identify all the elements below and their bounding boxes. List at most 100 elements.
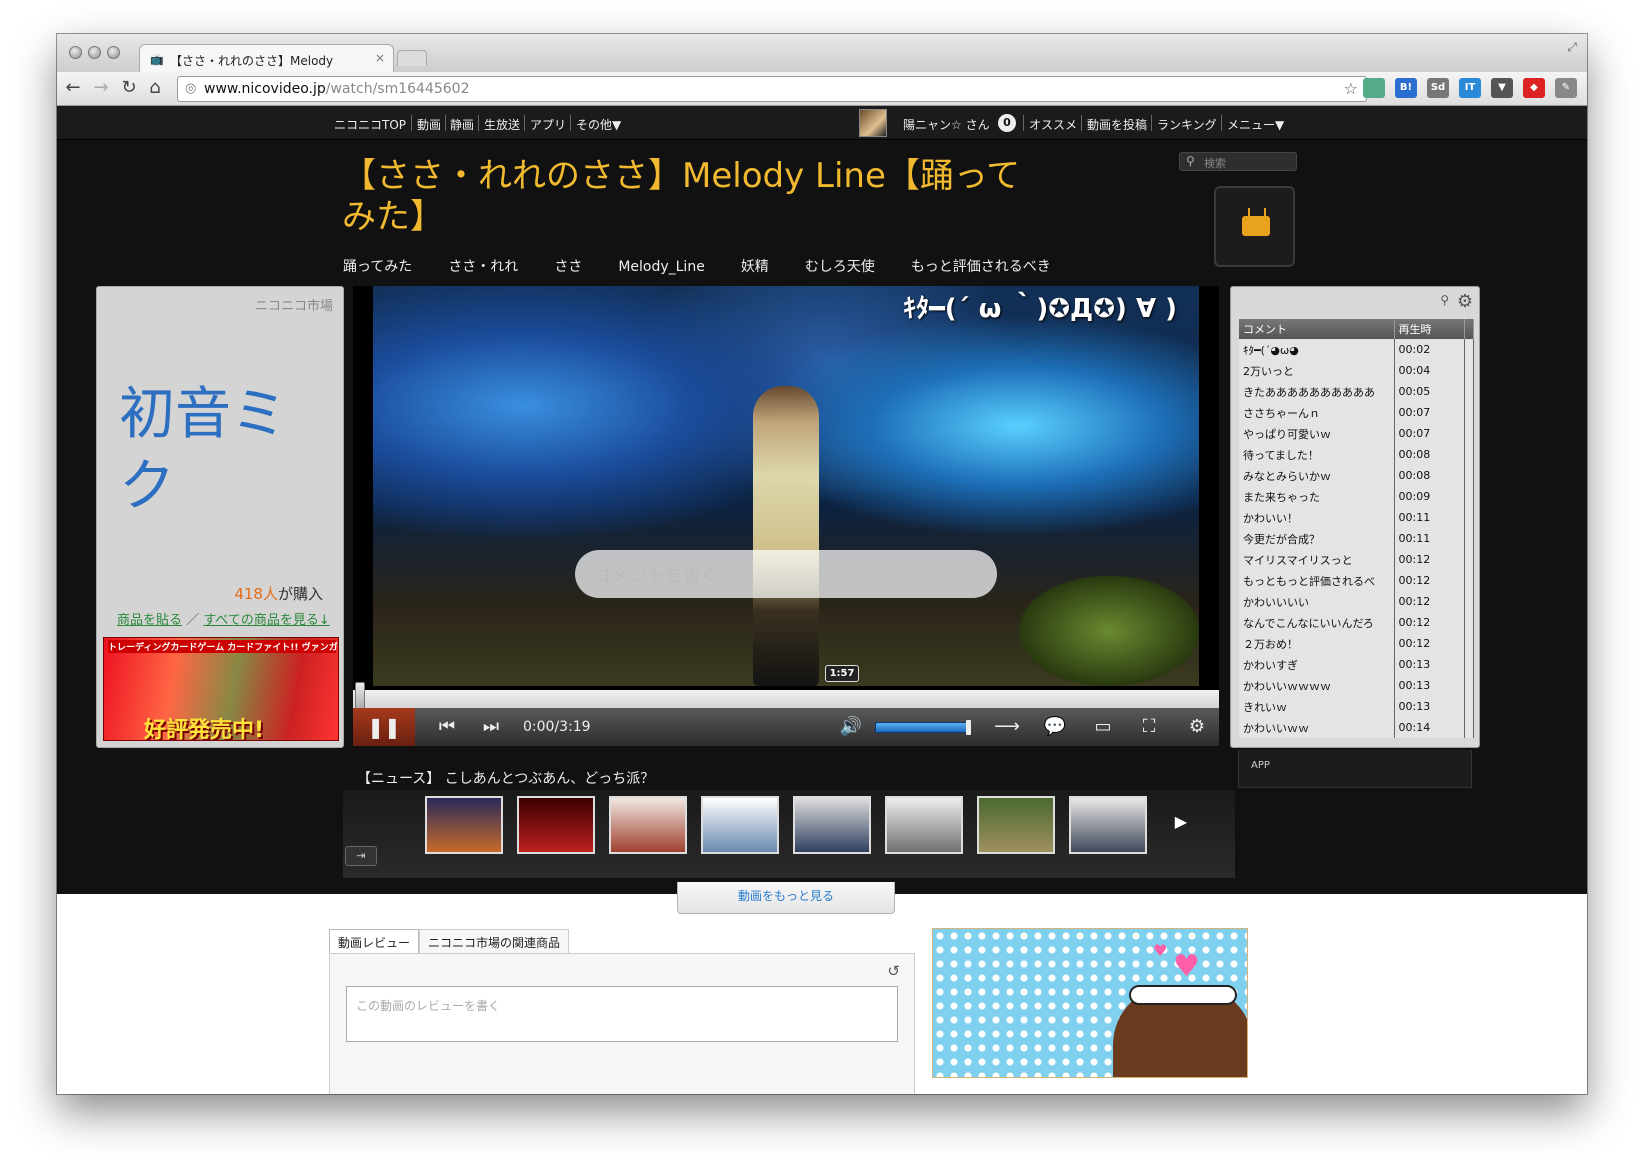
nav-niconico-top[interactable]: ニコニコTOP: [334, 116, 406, 133]
nav-app[interactable]: アプリ: [530, 116, 566, 133]
video-thumbnail[interactable]: [701, 796, 779, 854]
close-tab-icon[interactable]: ×: [375, 51, 385, 65]
volume-slider[interactable]: [875, 720, 972, 735]
video-thumbnail[interactable]: [425, 796, 503, 854]
wrench-icon[interactable]: ✎: [1555, 78, 1577, 98]
close-window-button[interactable]: [69, 46, 82, 59]
video-thumbnail[interactable]: [517, 796, 595, 854]
comment-input[interactable]: コメントを書く: [575, 550, 997, 598]
hatena-bookmark-icon[interactable]: B!: [1395, 78, 1417, 98]
comment-row[interactable]: ｷﾀ━(´◕ω◕ 00:02: [1239, 339, 1474, 360]
market-product-name[interactable]: 初音ミク: [119, 379, 299, 523]
gear-icon[interactable]: ⚙: [1457, 291, 1473, 312]
back-icon[interactable]: ←: [61, 77, 85, 98]
all-products-link[interactable]: すべての商品を見る↓: [203, 613, 329, 628]
keyboard-shortcut-icon[interactable]: ⇥: [345, 846, 377, 866]
video-thumbnail[interactable]: [793, 796, 871, 854]
comment-row[interactable]: ささちゃーんｎ 00:07: [1239, 402, 1474, 423]
reload-icon[interactable]: ↻: [117, 77, 141, 98]
video-thumbnail[interactable]: [885, 796, 963, 854]
tag-item[interactable]: 妖精: [741, 259, 769, 275]
comment-row[interactable]: かわいいいい 00:12: [1239, 591, 1474, 612]
comment-row[interactable]: ２万おめ！ 00:12: [1239, 633, 1474, 654]
app-bar[interactable]: APP: [1238, 750, 1472, 788]
pause-button[interactable]: ❚❚: [353, 708, 415, 746]
more-videos-button[interactable]: 動画をもっと見る: [677, 882, 895, 914]
comment-row[interactable]: やっぱり可愛いｗ 00:07: [1239, 423, 1474, 444]
tag-item[interactable]: ささ: [554, 259, 582, 275]
screen-mode-icon[interactable]: ▭: [1083, 708, 1123, 746]
user-avatar[interactable]: [859, 109, 887, 137]
next-arrow-icon[interactable]: ▶: [1175, 812, 1187, 831]
search-input[interactable]: ⚲ 検索: [1179, 152, 1297, 171]
skip-back-icon[interactable]: ⏮: [427, 708, 467, 746]
window-controls[interactable]: [69, 46, 120, 59]
comment-row[interactable]: かわいい！ 00:11: [1239, 507, 1474, 528]
forward-icon[interactable]: →: [89, 77, 113, 98]
fullscreen-icon[interactable]: ⤢: [1567, 40, 1577, 55]
refresh-icon[interactable]: ↺: [887, 962, 900, 980]
side-ad-banner[interactable]: ♥ ♥: [932, 928, 1248, 1078]
comment-row[interactable]: かわいいｗｗ 00:14: [1239, 717, 1474, 738]
fullscreen-player-icon[interactable]: ⛶: [1129, 708, 1169, 746]
settings-gear-icon[interactable]: ⚙: [1179, 708, 1215, 746]
comment-row[interactable]: かわいすぎ 00:13: [1239, 654, 1474, 675]
seek-bar[interactable]: [353, 682, 1219, 710]
bookmark-star-icon[interactable]: ☆: [1344, 79, 1358, 98]
pocket-icon[interactable]: ▼: [1491, 78, 1513, 98]
nav-ranking[interactable]: ランキング: [1157, 116, 1217, 133]
news-ticker[interactable]: 【ニュース】 こしあんとつぶあん、どっち派？: [357, 768, 654, 788]
tag-item[interactable]: もっと評価されるべき: [911, 259, 1051, 275]
column-comment[interactable]: コメント: [1239, 319, 1395, 339]
pin-icon[interactable]: ⚲: [1440, 293, 1449, 307]
app-icon[interactable]: APP: [1251, 760, 1270, 771]
nav-upload[interactable]: 動画を投稿: [1087, 116, 1147, 133]
video-frame[interactable]: ｷﾀ━(´ ω ｀)✪Д✪) ∀ ) コメントを書く 1:57: [373, 286, 1199, 686]
nav-recommend[interactable]: オススメ: [1029, 116, 1077, 133]
user-name[interactable]: 陽ニャン☆ さん: [903, 116, 990, 133]
nav-menu-dropdown[interactable]: メニュー▼: [1227, 116, 1284, 133]
volume-icon[interactable]: 🔊: [833, 708, 869, 746]
zoom-button[interactable]: [107, 46, 120, 59]
it-extension-icon[interactable]: IT: [1459, 78, 1481, 98]
tab-video-review[interactable]: 動画レビュー: [329, 929, 420, 953]
column-time[interactable]: 再生時: [1394, 319, 1465, 339]
comment-row[interactable]: 待ってました！ 00:08: [1239, 444, 1474, 465]
tag-item[interactable]: Melody_Line: [618, 259, 705, 275]
new-tab-button[interactable]: [397, 50, 427, 66]
video-thumbnail[interactable]: [1069, 796, 1147, 854]
tag-item[interactable]: むしろ天使: [805, 259, 875, 275]
review-textarea[interactable]: この動画のレビューを書く: [346, 986, 898, 1042]
skip-forward-icon[interactable]: ⏭: [471, 708, 511, 746]
car-extension-icon[interactable]: ◆: [1523, 78, 1545, 98]
paste-product-link[interactable]: 商品を貼る: [117, 613, 182, 628]
nav-other-dropdown[interactable]: その他▼: [576, 116, 621, 133]
tv-button[interactable]: [1214, 186, 1295, 267]
video-player[interactable]: ｷﾀ━(´ ω ｀)✪Д✪) ∀ ) コメントを書く 1:57 ❚❚ ⏮ ⏭ 0…: [353, 286, 1219, 746]
extension-icon[interactable]: [1363, 78, 1385, 98]
repeat-arrow-icon[interactable]: ⟶: [989, 708, 1025, 746]
comment-row[interactable]: なんでこんなにいいんだろ 00:12: [1239, 612, 1474, 633]
notification-badge[interactable]: 0: [998, 114, 1016, 132]
comment-row[interactable]: きれいｗ 00:13: [1239, 696, 1474, 717]
tab-related-products[interactable]: ニコニコ市場の関連商品: [419, 929, 570, 953]
tag-item[interactable]: 踊ってみた: [343, 259, 412, 275]
nav-seiga[interactable]: 静画: [450, 116, 474, 133]
tag-item[interactable]: ささ・れれ: [448, 259, 518, 275]
minimize-button[interactable]: [88, 46, 101, 59]
comment-row[interactable]: 2万いっと 00:04: [1239, 360, 1474, 381]
seek-handle[interactable]: [355, 682, 365, 710]
comment-row[interactable]: 今更だが合成？ 00:11: [1239, 528, 1474, 549]
comment-toggle-icon[interactable]: 💬: [1035, 708, 1075, 746]
comment-row[interactable]: かわいいｗｗｗｗ 00:13: [1239, 675, 1474, 696]
home-icon[interactable]: ⌂: [143, 77, 167, 98]
market-ad-banner[interactable]: トレーディングカードゲーム カードファイト!! ヴァンガード ©BUSHI il…: [103, 637, 339, 741]
video-thumbnail[interactable]: [609, 796, 687, 854]
comment-row[interactable]: きたああああああああああ 00:05: [1239, 381, 1474, 402]
address-bar[interactable]: ◎ www.nicovideo.jp/watch/sm16445602 ☆: [177, 76, 1367, 102]
nav-video[interactable]: 動画: [417, 116, 441, 133]
nav-live[interactable]: 生放送: [484, 116, 520, 133]
comment-row[interactable]: マイリスマイリスっと 00:12: [1239, 549, 1474, 570]
comment-row[interactable]: みなとみらいかｗ 00:08: [1239, 465, 1474, 486]
video-thumbnail[interactable]: [977, 796, 1055, 854]
